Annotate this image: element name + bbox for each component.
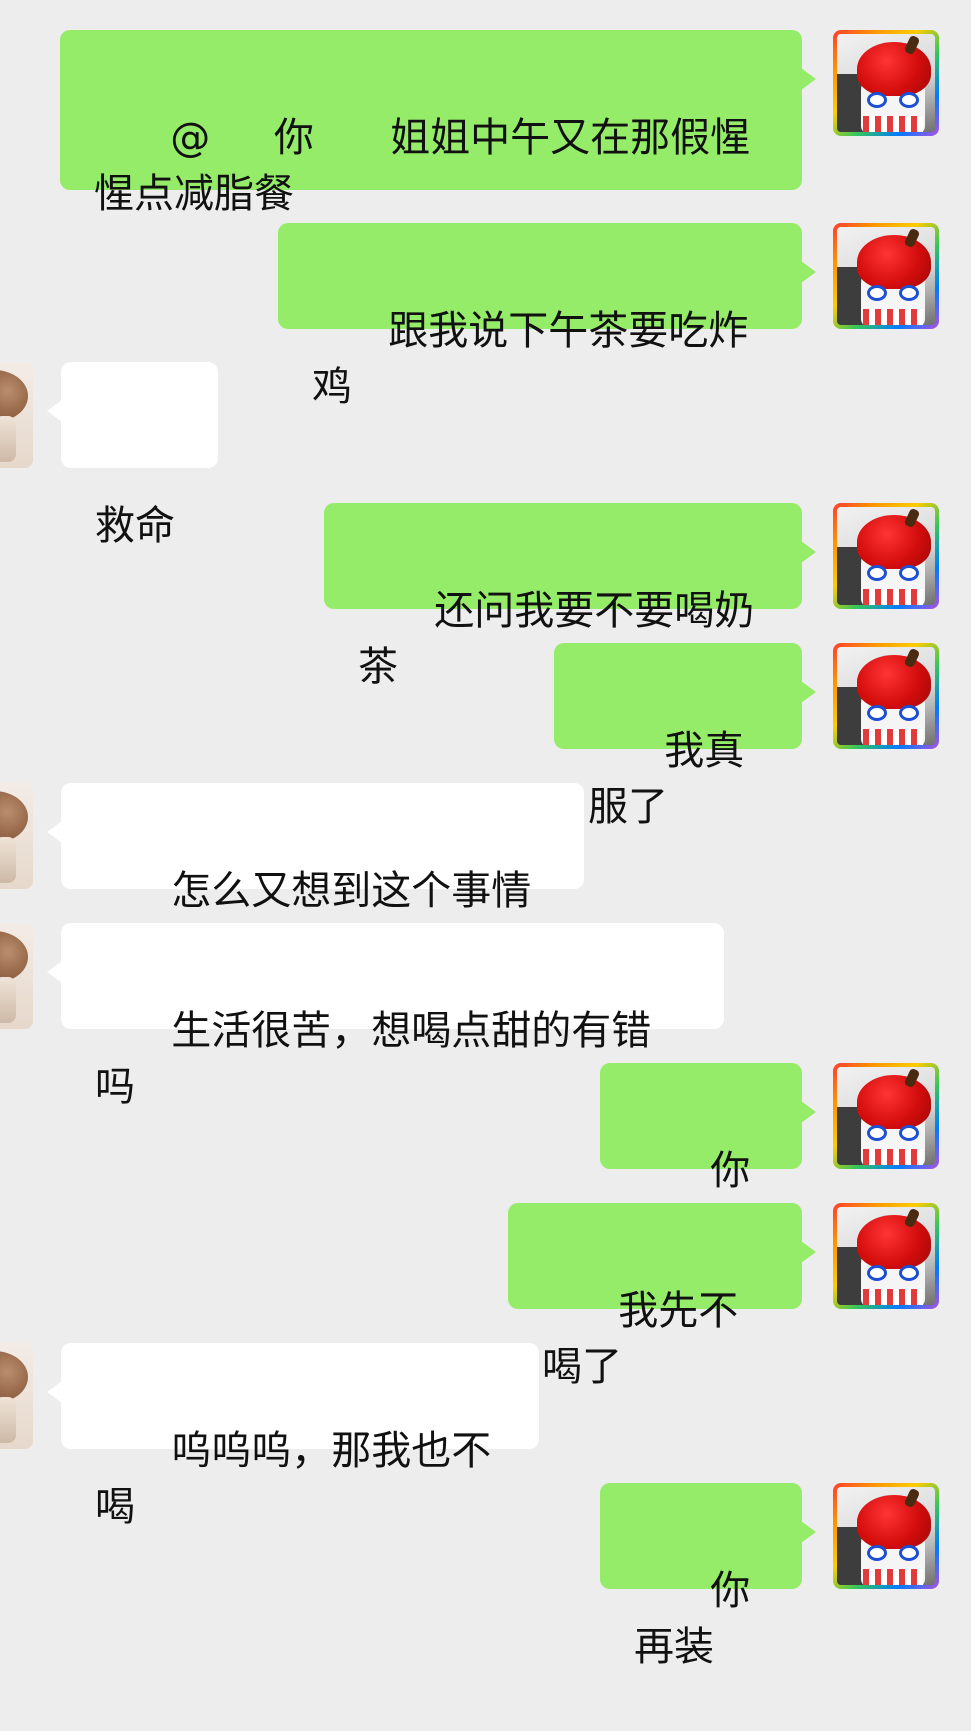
message-bubble-other[interactable]: 生活很苦，想喝点甜的有错吗 [47,923,724,1110]
message-row: 你再装 [0,1483,971,1670]
message-row: 我先不喝了 [0,1203,971,1390]
message-row: 你喝吧 [0,1063,971,1250]
message-row: 还问我要不要喝奶茶 [0,503,971,690]
other-avatar-icon[interactable] [0,362,33,468]
message-bubble-me[interactable]: @ 你 姐姐中午又在那假惺惺点减脂餐 [60,30,816,217]
message-bubble-me[interactable]: 你再装 [600,1483,816,1670]
message-bubble-other[interactable]: 怎么又想到这个事情的 [47,783,584,970]
my-avatar-icon[interactable] [833,643,939,749]
my-avatar-icon[interactable] [833,223,939,329]
my-avatar-icon[interactable] [833,1063,939,1169]
other-avatar-icon[interactable] [0,783,33,889]
message-bubble-me[interactable]: 我先不喝了 [508,1203,816,1390]
message-row: 生活很苦，想喝点甜的有错吗 [0,923,971,1110]
message-bubble-me[interactable]: 还问我要不要喝奶茶 [324,503,816,690]
message-row: @ 你 姐姐中午又在那假惺惺点减脂餐 [0,30,971,217]
message-row: 呜呜呜，那我也不喝 [0,1343,971,1530]
my-avatar-icon[interactable] [833,30,939,136]
message-bubble-other[interactable]: 呜呜呜，那我也不喝 [47,1343,539,1530]
message-row: 跟我说下午茶要吃炸鸡 [0,223,971,410]
message-text: @ 你 姐姐中午又在那假惺惺点减脂餐 [94,115,751,217]
my-avatar-icon[interactable] [833,1483,939,1589]
message-text: 你再装 [634,1568,751,1670]
message-bubble-me[interactable]: 你喝吧 [600,1063,816,1250]
message-bubble-other[interactable]: 救命 [47,362,218,549]
message-row: 我真服了 [0,643,971,830]
other-avatar-icon[interactable] [0,923,33,1029]
my-avatar-icon[interactable] [833,503,939,609]
other-avatar-icon[interactable] [0,1343,33,1449]
chat-message-list[interactable]: @ 你 姐姐中午又在那假惺惺点减脂餐 跟我说下午茶要吃炸鸡 救命 还问我要不要喝… [0,0,971,1670]
my-avatar-icon[interactable] [833,1203,939,1309]
message-bubble-me[interactable]: 跟我说下午茶要吃炸鸡 [278,223,816,410]
message-row: 救命 [0,362,971,549]
message-row: 怎么又想到这个事情的 [0,783,971,970]
message-bubble-me[interactable]: 我真服了 [554,643,816,830]
